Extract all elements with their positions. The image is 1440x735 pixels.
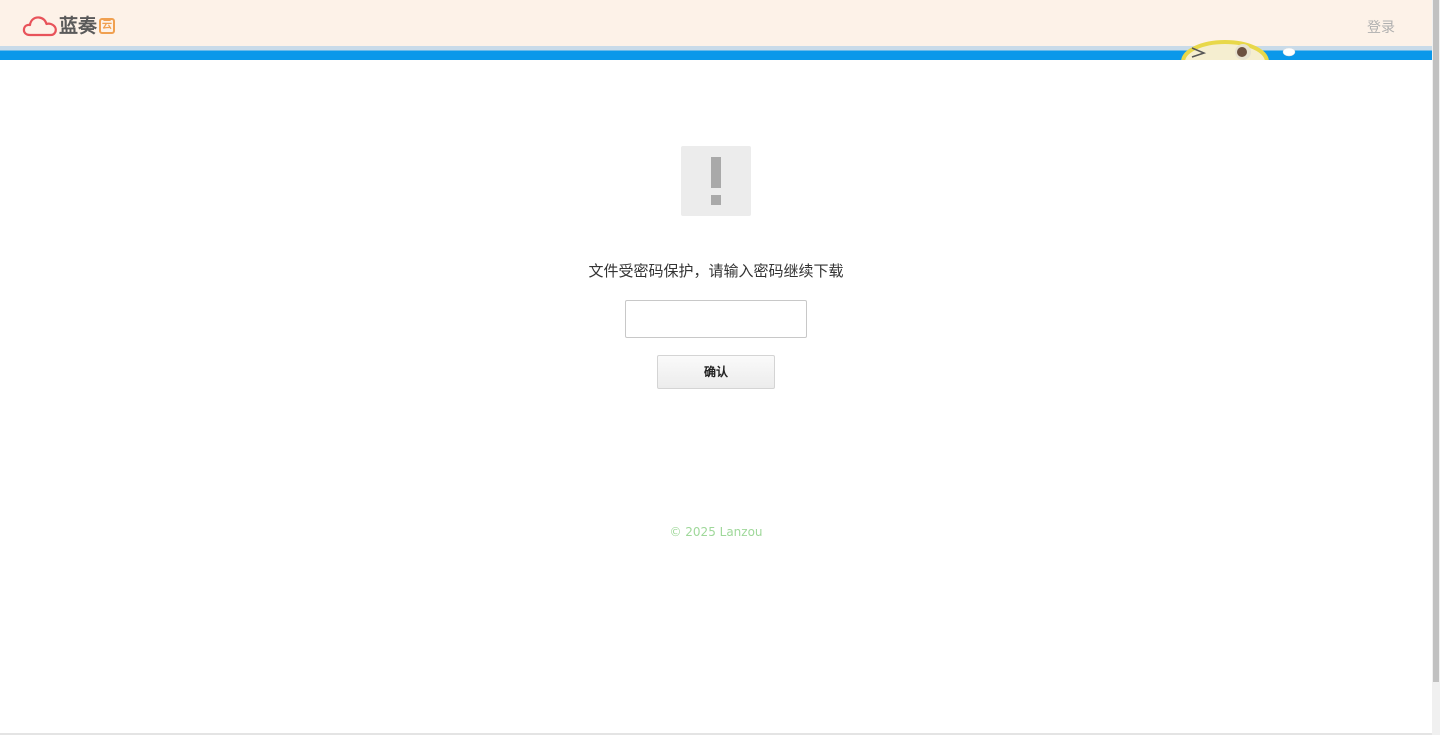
exclamation-dot <box>711 195 721 205</box>
login-link[interactable]: 登录 <box>1367 17 1395 37</box>
confirm-button[interactable]: 确认 <box>657 355 775 389</box>
exclamation-icon <box>681 146 751 216</box>
password-prompt: 文件受密码保护，请输入密码继续下载 <box>588 262 844 280</box>
page: 蓝奏 云 登录 文件受密码保护，请输入密码继续下载 确认 © 2025 Lanz… <box>0 0 1440 735</box>
site-logo[interactable]: 蓝奏 云 <box>22 13 116 39</box>
logo-badge: 云 <box>99 18 116 34</box>
vertical-scrollbar[interactable] <box>1432 0 1440 735</box>
logo-text: 蓝奏 <box>59 15 98 37</box>
mascot-illustration <box>1181 40 1296 60</box>
password-input[interactable] <box>625 300 807 338</box>
cloud-icon <box>22 16 57 37</box>
exclamation-bar <box>711 157 721 188</box>
footer-copyright: © 2025 Lanzou <box>669 525 763 539</box>
scrollbar-thumb[interactable] <box>1433 0 1439 682</box>
